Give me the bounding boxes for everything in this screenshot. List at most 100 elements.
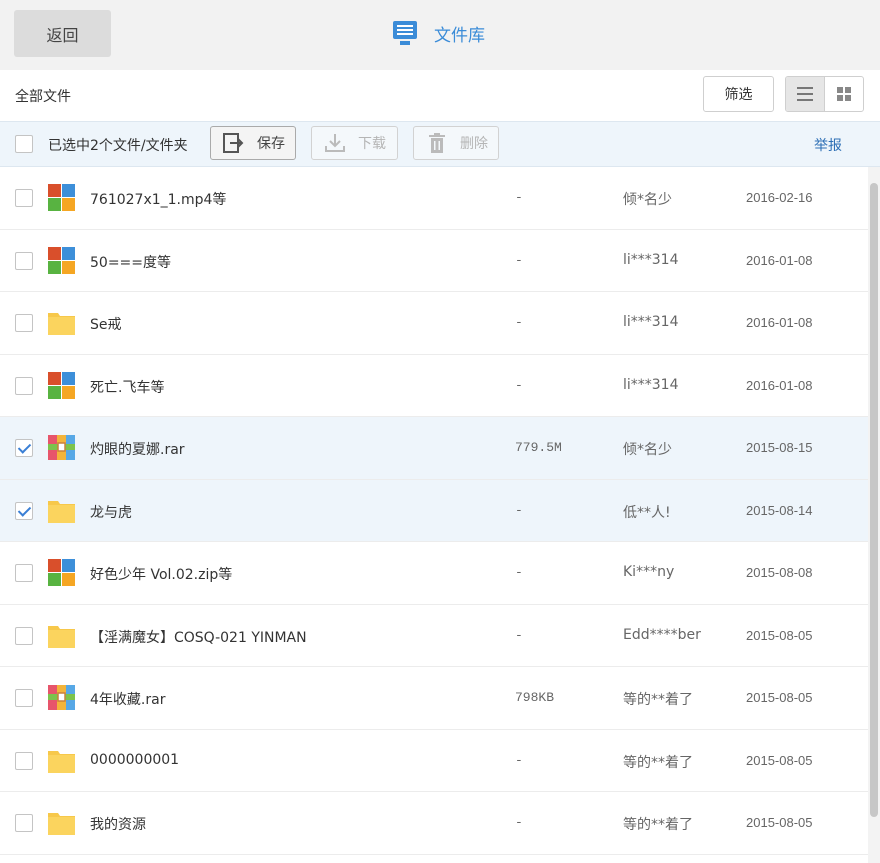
download-button[interactable]: 下载 [311, 126, 398, 160]
file-row[interactable]: 灼眼的夏娜.rar 779.5M 倾*名少 2015-08-15 [0, 417, 868, 480]
file-date: 2015-08-14 [746, 502, 813, 518]
list-view-button[interactable] [786, 77, 825, 111]
row-checkbox[interactable] [15, 376, 33, 395]
folder-icon [47, 621, 76, 650]
file-owner: 等的**着了 [623, 754, 693, 771]
page-title: 文件库 [434, 25, 485, 46]
multi-file-icon [47, 183, 76, 212]
folder-icon [47, 746, 76, 775]
file-row[interactable]: 好色少年 Vol.02.zip等 - Ki***ny 2015-08-08 [0, 542, 868, 605]
file-size: 798KB [515, 690, 555, 705]
file-size: - [515, 252, 523, 268]
file-owner: li***314 [623, 251, 679, 268]
file-owner: Ki***ny [623, 564, 675, 580]
file-row[interactable]: 761027x1_1.mp4等 - 倾*名少 2016-02-16 [0, 167, 868, 230]
folder-icon [47, 308, 76, 337]
report-link[interactable]: 举报 [814, 135, 842, 155]
file-date: 2016-01-08 [746, 252, 813, 268]
file-size: - [515, 627, 523, 643]
file-list: 761027x1_1.mp4等 - 倾*名少 2016-02-16 50===度等 - li… [0, 167, 868, 863]
file-owner: 低**人! [623, 504, 671, 521]
row-checkbox[interactable] [15, 439, 33, 457]
row-checkbox[interactable] [15, 626, 33, 645]
file-date: 2015-08-05 [746, 690, 813, 705]
trash-icon [429, 133, 445, 153]
list-view-icon [796, 87, 813, 101]
file-owner: Edd****ber [623, 626, 701, 643]
vertical-scrollbar[interactable] [868, 167, 880, 863]
save-to-icon [223, 133, 244, 153]
archive-icon [47, 683, 76, 712]
row-checkbox[interactable] [15, 751, 33, 770]
download-icon [325, 134, 345, 152]
file-name[interactable]: 50===度等 [90, 252, 171, 272]
multi-file-icon [47, 246, 76, 275]
row-checkbox[interactable] [15, 189, 33, 207]
row-checkbox[interactable] [15, 314, 33, 332]
file-size: - [515, 190, 523, 205]
view-mode-toggle [785, 76, 864, 112]
file-size: - [515, 502, 523, 518]
file-row[interactable]: 50===度等 - li***314 2016-01-08 [0, 230, 868, 292]
file-name[interactable]: 死亡.飞车等 [90, 377, 164, 397]
file-library-icon [393, 21, 417, 45]
file-row[interactable]: 【淫满魔女】COSQ-021 YINMAN - Edd****ber 2015-08-… [0, 605, 868, 667]
file-size: 779.5M [515, 440, 562, 455]
file-owner: li***314 [623, 376, 679, 393]
grid-view-button[interactable] [825, 77, 864, 111]
file-date: 2015-08-05 [746, 815, 813, 830]
file-date: 2016-01-08 [746, 377, 813, 393]
file-name[interactable]: 【淫满魔女】COSQ-021 YINMAN [90, 627, 307, 647]
row-checkbox[interactable] [15, 689, 33, 707]
back-button[interactable]: 返回 [14, 10, 111, 57]
download-label: 下载 [358, 136, 386, 152]
file-date: 2015-08-15 [746, 440, 813, 455]
multi-file-icon [47, 558, 76, 587]
file-row[interactable]: 我的资源 - 等的**着了 2015-08-05 [0, 792, 868, 855]
file-name[interactable]: 灼眼的夏娜.rar [90, 439, 185, 459]
file-row[interactable]: 死亡.飞车等 - li***314 2016-01-08 [0, 355, 868, 417]
row-checkbox[interactable] [15, 564, 33, 582]
file-row[interactable]: 4年收藏.rar 798KB 等的**着了 2015-08-05 [0, 667, 868, 730]
file-size: - [515, 377, 523, 393]
file-name[interactable]: 4年收藏.rar [90, 689, 165, 709]
file-owner: 等的**着了 [623, 817, 693, 833]
file-name[interactable]: 好色少年 Vol.02.zip等 [90, 564, 232, 584]
file-name[interactable]: 761027x1_1.mp4等 [90, 189, 226, 209]
top-bar: 返回 文件库 [0, 0, 880, 70]
filter-button[interactable]: 筛选 [703, 76, 774, 112]
file-date: 2015-08-08 [746, 565, 813, 580]
select-all-checkbox[interactable] [15, 135, 33, 153]
row-checkbox[interactable] [15, 501, 33, 520]
file-size: - [515, 315, 523, 330]
file-date: 2015-08-05 [746, 627, 813, 643]
sub-toolbar: 全部文件 筛选 [0, 70, 880, 121]
file-row[interactable]: 0000000001 - 等的**着了 2015-08-05 [0, 730, 868, 792]
file-owner: li***314 [623, 314, 679, 330]
file-name[interactable]: 0000000001 [90, 752, 179, 768]
save-label: 保存 [257, 136, 285, 152]
scrollbar-thumb[interactable] [870, 183, 878, 817]
selection-count-text: 已选中2个文件/文件夹 [48, 138, 188, 154]
file-name[interactable]: 我的资源 [90, 814, 146, 834]
file-name[interactable]: 龙与虎 [90, 502, 132, 522]
delete-button[interactable]: 删除 [413, 126, 499, 160]
file-size: - [515, 815, 523, 830]
row-checkbox[interactable] [15, 814, 33, 832]
delete-label: 删除 [460, 136, 488, 152]
file-row[interactable]: Se戒 - li***314 2016-01-08 [0, 292, 868, 355]
file-size: - [515, 565, 523, 580]
file-owner: 倾*名少 [623, 192, 672, 208]
file-date: 2016-01-08 [746, 315, 813, 330]
file-owner: 等的**着了 [623, 692, 693, 708]
breadcrumb-all-files[interactable]: 全部文件 [15, 86, 71, 106]
file-date: 2015-08-05 [746, 752, 813, 768]
row-checkbox[interactable] [15, 251, 33, 270]
grid-view-icon [836, 87, 851, 101]
file-date: 2016-02-16 [746, 190, 813, 205]
file-row[interactable]: 龙与虎 - 低**人! 2015-08-14 [0, 479, 868, 542]
archive-icon [47, 433, 76, 462]
multi-file-icon [47, 371, 76, 400]
save-button[interactable]: 保存 [210, 126, 296, 160]
file-name[interactable]: Se戒 [90, 314, 122, 334]
